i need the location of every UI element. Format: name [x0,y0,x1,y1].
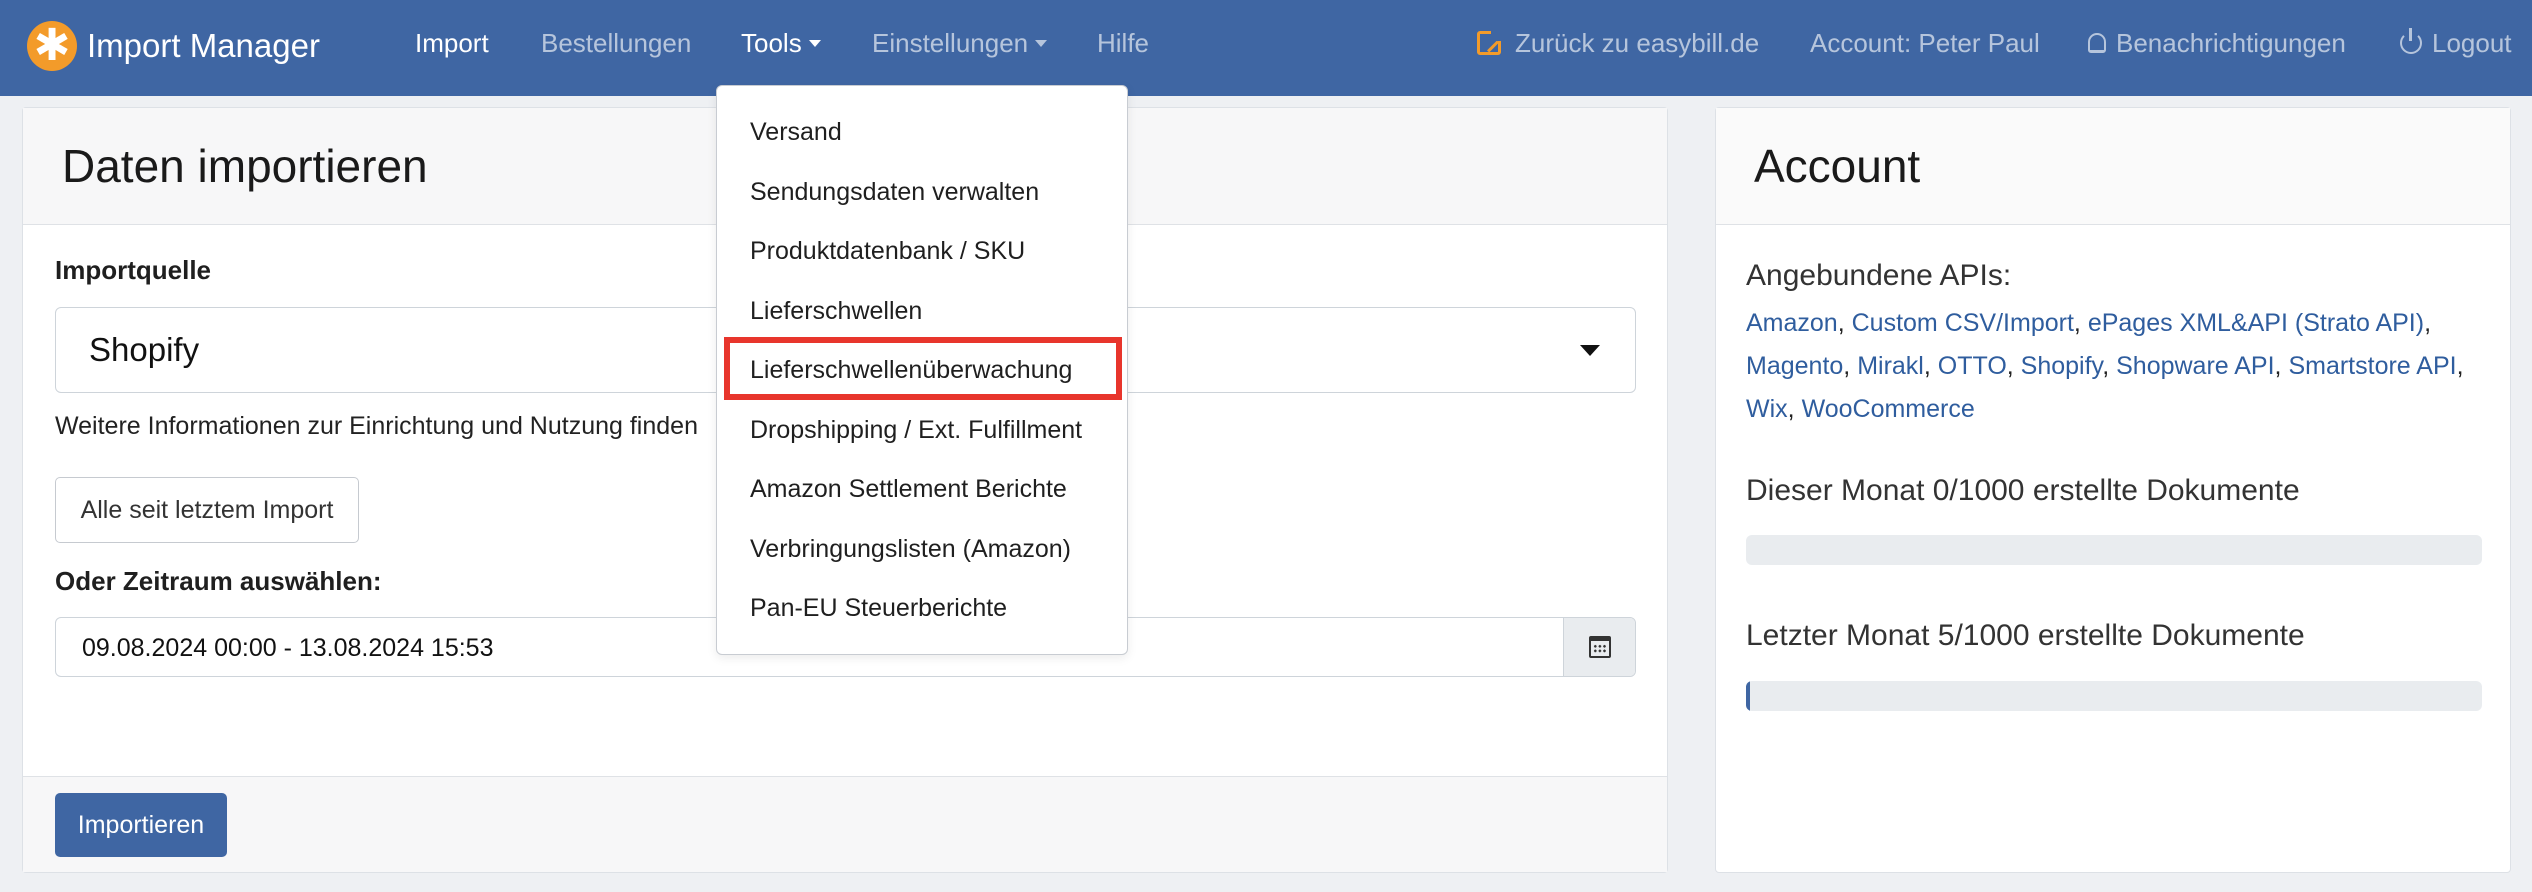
account-link[interactable]: Account: Peter Paul [1810,26,2040,60]
menu-item-pan-eu[interactable]: Pan-EU Steuerberichte [750,592,1007,624]
nav-einstellungen[interactable]: Einstellungen [872,26,1048,60]
calendar-icon [1588,636,1611,658]
api-separator: , [2424,309,2432,337]
brand-name: Import Manager [87,27,320,64]
apis-label: Angebundene APIs: [1746,259,2012,292]
menu-item-dropshipping[interactable]: Dropshipping / Ext. Fulfillment [750,414,1082,446]
menu-item-verbringungslisten[interactable]: Verbringungslisten (Amazon) [750,533,1071,565]
api-separator: , [1843,352,1858,380]
api-separator: , [2456,352,2464,380]
api-separator: , [2073,309,2088,337]
last-month-stat: Letzter Monat 5/1000 erstellte Dokumente [1746,619,2305,652]
api-separator: , [1787,395,1802,423]
api-link[interactable]: Wix [1746,395,1788,423]
apis-list: Amazon, Custom CSV/Import, ePages XML&AP… [1746,302,2486,431]
api-link[interactable]: Shopware API [2116,352,2274,380]
api-separator: , [2274,352,2289,380]
api-separator: , [1837,309,1852,337]
period-label: Oder Zeitraum auswählen: [55,566,382,596]
this-month-progress [1746,535,2482,565]
back-link-label: Zurück zu easybill.de [1515,28,1760,58]
chevron-down-icon [808,40,821,47]
help-text: Weitere Informationen zur Einrichtung un… [55,412,698,440]
menu-item-sendungsdaten[interactable]: Sendungsdaten verwalten [750,176,1039,208]
nav-bestellungen[interactable]: Bestellungen [541,26,691,60]
account-card-header: Account [1716,108,2510,225]
nav-einstellungen-label: Einstellungen [872,28,1029,58]
logout-label: Logout [2432,28,2512,58]
import-button[interactable]: Importieren [55,793,227,857]
account-card-title: Account [1754,140,1921,192]
api-separator: , [2006,352,2021,380]
tools-dropdown-menu: Versand Sendungsdaten verwalten Produktd… [716,85,1128,655]
this-month-stat: Dieser Monat 0/1000 erstellte Dokumente [1746,474,2300,507]
nav-tools-label: Tools [741,28,802,58]
notifications-label: Benachrichtigungen [2116,28,2346,58]
api-link[interactable]: Smartstore API [2288,352,2456,380]
import-source-value: Shopify [89,331,200,368]
last-month-progress [1746,681,2482,711]
highlight-box [724,337,1122,400]
api-link[interactable]: Custom CSV/Import [1852,309,2074,337]
caret-down-icon [1580,345,1600,356]
api-link[interactable]: ePages XML&API (Strato API) [2088,309,2424,337]
top-navbar: ✱ Import Manager Import Bestellungen Too… [0,0,2532,96]
asterisk-logo-icon: ✱ [27,21,77,71]
menu-item-amazon-settlement[interactable]: Amazon Settlement Berichte [750,473,1067,505]
since-last-import-button[interactable]: Alle seit letztem Import [55,477,359,543]
menu-item-produktdatenbank[interactable]: Produktdatenbank / SKU [750,235,1025,267]
import-source-label: Importquelle [55,255,212,285]
chevron-down-icon [1035,40,1048,47]
import-card-title: Daten importieren [62,140,428,192]
calendar-button[interactable] [1563,618,1635,676]
api-link[interactable]: Mirakl [1857,352,1924,380]
last-month-progress-fill [1746,681,1750,711]
api-link[interactable]: Amazon [1746,309,1838,337]
nav-hilfe[interactable]: Hilfe [1097,26,1149,60]
nav-import[interactable]: Import [415,26,489,60]
nav-tools[interactable]: Tools [741,26,821,60]
api-link[interactable]: Shopify [2021,352,2103,380]
menu-item-lieferschwellen[interactable]: Lieferschwellen [750,295,922,327]
power-icon [2400,28,2422,54]
notifications-link[interactable]: Benachrichtigungen [2088,26,2346,60]
bell-icon [2088,33,2106,53]
api-link[interactable]: WooCommerce [1802,395,1975,423]
api-link[interactable]: OTTO [1938,352,2007,380]
menu-item-versand[interactable]: Versand [750,116,842,148]
external-link-icon [1477,31,1501,55]
account-card: Account Angebundene APIs: Amazon, Custom… [1715,107,2511,873]
api-separator: , [1923,352,1938,380]
date-range-value: 09.08.2024 00:00 - 13.08.2024 15:53 [82,634,494,662]
import-card-footer: Importieren [23,776,1667,872]
api-separator: , [2102,352,2117,380]
brand[interactable]: ✱ Import Manager [27,21,320,71]
back-to-easybill-link[interactable]: Zurück zu easybill.de [1477,26,1759,60]
api-link[interactable]: Magento [1746,352,1843,380]
logout-link[interactable]: Logout [2400,26,2512,60]
